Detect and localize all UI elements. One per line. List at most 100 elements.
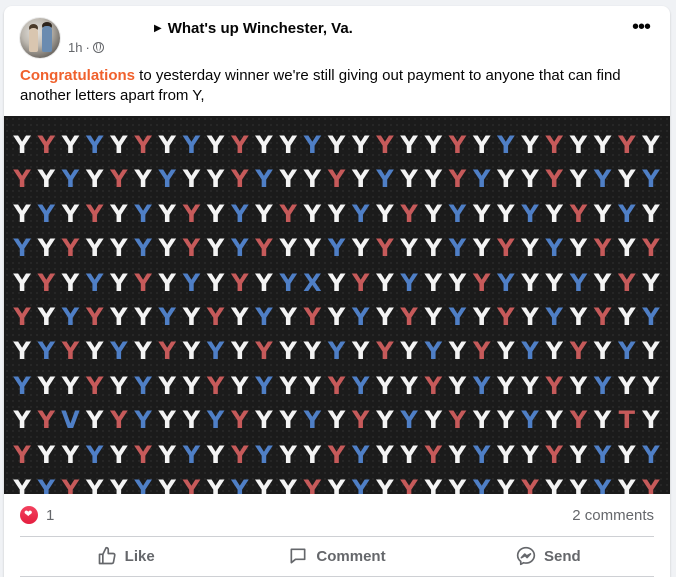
letter-cell: Y: [642, 165, 660, 194]
send-button[interactable]: Send: [443, 539, 654, 573]
letter-cell: Y: [618, 131, 636, 159]
letter-cell: Y: [400, 302, 418, 331]
group-name-link[interactable]: ▶ What's up Winchester, Va.: [154, 20, 353, 37]
letter-cell: Y: [618, 234, 636, 263]
post-time[interactable]: 1h: [68, 40, 82, 55]
letter-cell: Y: [182, 199, 201, 228]
letter-cell: Y: [497, 165, 515, 194]
group-avatar[interactable]: [20, 18, 60, 58]
letter-cell: Y: [158, 406, 176, 435]
letter-cell: Y: [448, 234, 467, 263]
letter-cell: Y: [327, 474, 346, 494]
letter-cell: Y: [327, 371, 346, 400]
post-image[interactable]: YYYYYYYYYYYYYYYYYYYYYYYYYYYYYYYYYYYYYYYY…: [4, 116, 670, 494]
letter-cell: Y: [327, 268, 346, 297]
letter-cell: Y: [134, 371, 152, 400]
letter-cell: Y: [424, 131, 442, 159]
letter-cell: Y: [448, 165, 467, 194]
letter-cell: Y: [61, 440, 80, 469]
letter-cell: Y: [61, 337, 80, 366]
letter-cell: Y: [303, 234, 322, 263]
letter-cell: Y: [37, 234, 55, 263]
letter-cell: Y: [279, 131, 297, 159]
letter-cell: Y: [182, 165, 201, 194]
letter-cell: Y: [85, 131, 104, 159]
letter-cell: Y: [618, 474, 636, 494]
letter-cell: Y: [255, 234, 273, 263]
letter-cell: Y: [569, 234, 588, 263]
letter-cell: Y: [593, 131, 612, 159]
letter-cell: Y: [424, 268, 442, 297]
letter-cell: Y: [497, 199, 515, 228]
letter-cell: Y: [37, 440, 55, 469]
letter-cell: Y: [424, 165, 442, 194]
letter-cell: Y: [85, 474, 104, 494]
letter-cell: Y: [231, 131, 249, 159]
letter-cell: X: [303, 268, 322, 297]
letter-cell: Y: [472, 165, 491, 194]
letter-cell: Y: [497, 302, 515, 331]
letter-cell: Y: [303, 131, 322, 159]
letter-cell: Y: [521, 234, 539, 263]
letter-cell: Y: [110, 302, 128, 331]
like-icon: [98, 546, 116, 565]
letter-cell: Y: [642, 371, 660, 400]
letter-cell: Y: [255, 406, 273, 435]
letter-cell: Y: [472, 268, 491, 297]
letter-cell: Y: [231, 302, 249, 331]
letter-cell: Y: [352, 131, 370, 159]
letter-cell: Y: [497, 337, 515, 366]
letter-cell: Y: [545, 371, 563, 400]
letter-cell: Y: [448, 474, 467, 494]
letter-cell: Y: [327, 234, 346, 263]
letter-cell: Y: [134, 302, 152, 331]
letter-cell: Y: [424, 199, 442, 228]
letter-cell: Y: [255, 440, 273, 469]
letter-cell: Y: [134, 268, 152, 297]
reactions-summary[interactable]: 1: [20, 506, 54, 524]
letter-cell: Y: [158, 268, 176, 297]
letter-cell: Y: [279, 268, 297, 297]
letter-cell: Y: [472, 302, 491, 331]
group-name[interactable]: What's up Winchester, Va.: [168, 20, 353, 37]
like-button[interactable]: Like: [20, 539, 231, 573]
letter-cell: Y: [279, 337, 297, 366]
more-options-icon[interactable]: •••: [632, 17, 651, 37]
letter-cell: Y: [593, 474, 612, 494]
letter-cell: Y: [352, 234, 370, 263]
letter-cell: Y: [37, 268, 55, 297]
letter-cell: Y: [158, 302, 176, 331]
letter-cell: Y: [110, 406, 128, 435]
letter-cell: Y: [182, 440, 201, 469]
comments-count[interactable]: 2 comments: [572, 507, 654, 524]
action-bar: Like Comment Send: [20, 539, 654, 573]
letter-cell: Y: [642, 131, 660, 159]
letter-cell: Y: [182, 268, 201, 297]
letter-cell: Y: [352, 406, 370, 435]
letter-cell: Y: [279, 302, 297, 331]
letter-cell: Y: [569, 371, 588, 400]
letter-cell: Y: [424, 302, 442, 331]
letter-cell: Y: [206, 337, 225, 366]
letter-cell: Y: [182, 302, 201, 331]
letter-cell: Y: [85, 234, 104, 263]
letter-cell: Y: [327, 440, 346, 469]
letter-cell: Y: [448, 199, 467, 228]
letter-cell: Y: [521, 406, 539, 435]
letter-cell: Y: [303, 199, 322, 228]
letter-cell: T: [618, 406, 635, 435]
letter-cell: Y: [37, 371, 55, 400]
letter-cell: Y: [569, 302, 588, 331]
letter-cell: Y: [110, 474, 128, 494]
letter-cell: Y: [497, 406, 515, 435]
letter-cell: Y: [569, 199, 588, 228]
letter-cell: Y: [327, 131, 346, 159]
letter-cell: Y: [545, 440, 563, 469]
comment-button[interactable]: Comment: [231, 539, 442, 573]
letter-cell: Y: [521, 199, 539, 228]
letter-cell: Y: [279, 234, 297, 263]
globe-icon[interactable]: [92, 42, 104, 53]
letter-grid: YYYYYYYYYYYYYYYYYYYYYYYYYYYYYYYYYYYYYYYY…: [10, 128, 663, 494]
letter-cell: Y: [182, 337, 201, 366]
letter-cell: Y: [448, 406, 467, 435]
